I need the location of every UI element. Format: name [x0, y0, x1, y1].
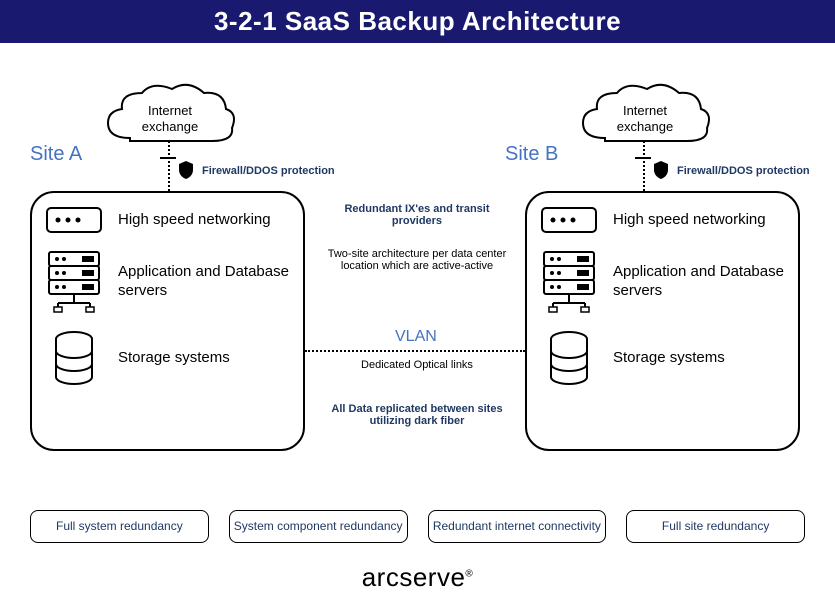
registered-mark: ® — [465, 568, 473, 579]
firewall-label-a: Firewall/DDOS protection — [202, 165, 335, 177]
bottom-box: Full site redundancy — [626, 510, 805, 543]
diagram-canvas: Site A Site B Internet exchange Internet… — [0, 43, 835, 603]
connector-cloud-a — [168, 141, 170, 191]
bottom-box: Redundant internet connectivity — [428, 510, 607, 543]
mid-text-arch: Two-site architecture per data center lo… — [327, 248, 507, 272]
row-storage: Storage systems — [541, 331, 788, 385]
bottom-box: System component redundancy — [229, 510, 408, 543]
mid-text-replication: All Data replicated between sites utiliz… — [327, 403, 507, 427]
row-servers: Application and Database servers — [541, 251, 788, 313]
site-b-label: Site B — [505, 143, 558, 166]
row-label: High speed networking — [613, 211, 766, 230]
cloud-text: Internet exchange — [575, 83, 715, 134]
row-networking: High speed networking — [541, 207, 788, 233]
site-b-box: High speed networking — [525, 191, 800, 451]
storage-cylinder-icon — [46, 331, 102, 385]
bottom-box-row: Full system redundancy System component … — [30, 510, 805, 543]
row-label: Application and Database servers — [118, 263, 293, 301]
brand-logo: arcserve® — [0, 562, 835, 593]
shield-icon — [178, 161, 194, 179]
mid-text-optical: Dedicated Optical links — [327, 359, 507, 371]
cloud-site-b: Internet exchange — [575, 83, 715, 158]
firewall-label-b: Firewall/DDOS protection — [677, 165, 810, 177]
row-networking: High speed networking — [46, 207, 293, 233]
row-servers: Application and Database servers — [46, 251, 293, 313]
vlan-connector — [305, 350, 525, 352]
cloud-site-a: Internet exchange — [100, 83, 240, 158]
title-bar: 3-2-1 SaaS Backup Architecture — [0, 0, 835, 43]
network-device-icon — [541, 207, 597, 233]
connector-cloud-b — [643, 141, 645, 191]
shield-icon — [653, 161, 669, 179]
bottom-box: Full system redundancy — [30, 510, 209, 543]
tick-a — [160, 157, 176, 159]
site-a-label: Site A — [30, 143, 82, 166]
server-rack-icon — [46, 251, 102, 313]
site-a-box: High speed networking — [30, 191, 305, 451]
row-label: High speed networking — [118, 211, 271, 230]
cloud-text: Internet exchange — [100, 83, 240, 134]
page-title: 3-2-1 SaaS Backup Architecture — [214, 6, 621, 36]
mid-text-ix: Redundant IX'es and transit providers — [327, 203, 507, 227]
row-label: Storage systems — [613, 349, 725, 368]
vlan-label: VLAN — [395, 328, 437, 346]
storage-cylinder-icon — [541, 331, 597, 385]
row-storage: Storage systems — [46, 331, 293, 385]
row-label: Application and Database servers — [613, 263, 788, 301]
network-device-icon — [46, 207, 102, 233]
server-rack-icon — [541, 251, 597, 313]
tick-b — [635, 157, 651, 159]
row-label: Storage systems — [118, 349, 230, 368]
